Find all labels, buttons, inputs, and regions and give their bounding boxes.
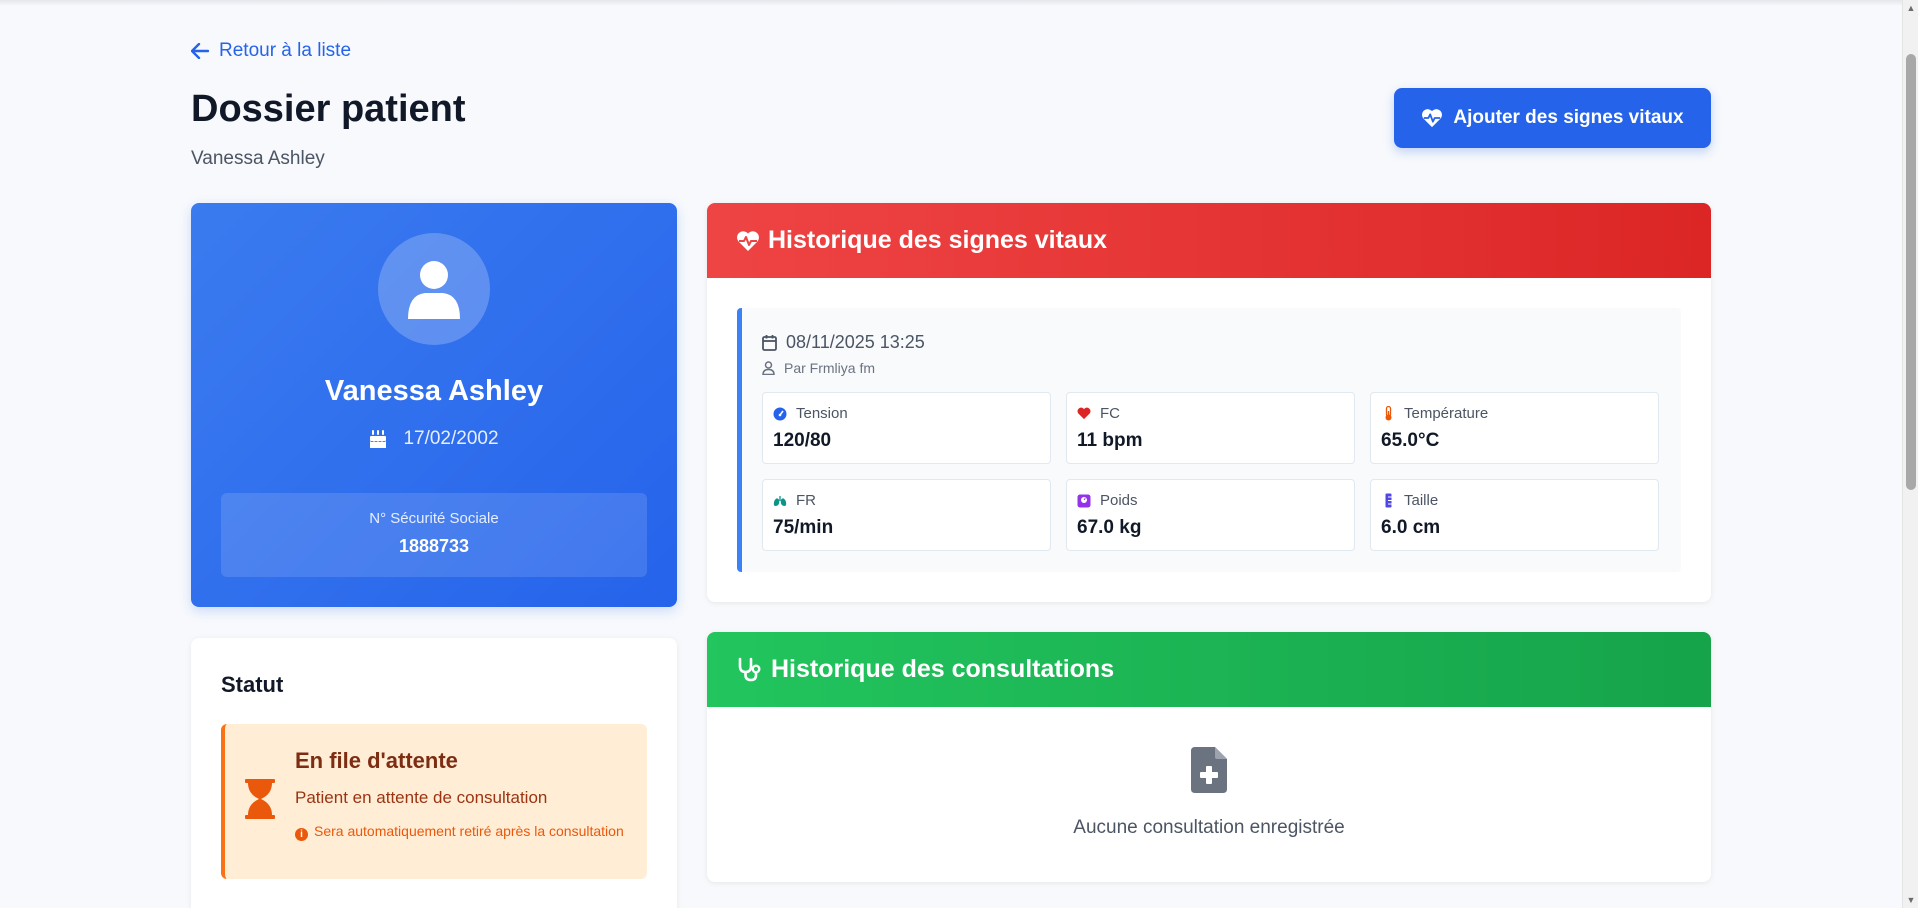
scrollbar-thumb[interactable] <box>1906 54 1916 490</box>
vital-label-tension: Tension <box>796 405 848 422</box>
vital-tile-temperature: Température 65.0°C <box>1370 392 1659 464</box>
ssn-value: 1888733 <box>398 536 470 556</box>
vital-label-fr: FR <box>796 492 816 509</box>
entry-date-value: 08/11/2025 13:25 <box>786 332 925 352</box>
vitals-history-title: Historique des signes vitaux <box>768 226 1107 254</box>
vital-tile-taille: Taille 6.0 cm <box>1370 479 1659 551</box>
add-vitals-button[interactable]: Ajouter des signes vitaux <box>1394 88 1711 148</box>
vital-tile-fc: FC 11 bpm <box>1066 392 1355 464</box>
birthday-cake-icon <box>370 430 387 448</box>
vertical-scrollbar[interactable]: ▲ ▼ <box>1902 0 1918 908</box>
entry-date: 08/11/2025 13:25 <box>762 332 925 353</box>
queue-note-text: Sera automatiquement retiré après la con… <box>314 823 624 839</box>
patient-card: Vanessa Ashley 17/02/2002 N° Sécurité So… <box>191 203 677 607</box>
status-card: Statut En file d'attente Patient en atte… <box>191 638 677 908</box>
vitals-history-header: Historique des signes vitaux <box>707 203 1711 278</box>
queue-title: En file d'attente <box>295 748 458 773</box>
vital-tile-poids: Poids 67.0 kg <box>1066 479 1355 551</box>
thermometer-icon <box>1381 406 1395 421</box>
patient-dob: 17/02/2002 <box>191 428 677 450</box>
calendar-icon <box>762 335 777 351</box>
avatar <box>378 233 490 345</box>
scroll-up-arrow-icon[interactable]: ▲ <box>1903 0 1918 16</box>
back-to-list-link[interactable]: Retour à la liste <box>191 40 351 62</box>
queue-status-box: En file d'attente Patient en attente de … <box>221 724 647 879</box>
vital-label-poids: Poids <box>1100 492 1138 509</box>
vital-label-temperature: Température <box>1404 405 1489 422</box>
heart-pulse-icon <box>1422 109 1443 128</box>
vital-value-fr: 75/min <box>773 517 834 538</box>
back-link-label: Retour à la liste <box>219 40 352 61</box>
empty-consultations-text: Aucune consultation enregistrée <box>1073 817 1345 838</box>
ssn-box: N° Sécurité Sociale 1888733 <box>221 493 647 577</box>
consultations-history-title: Historique des consultations <box>771 655 1115 683</box>
patient-name: Vanessa Ashley <box>324 375 544 407</box>
queue-description: Patient en attente de consultation <box>295 788 548 807</box>
add-vitals-label: Ajouter des signes vitaux <box>1453 107 1684 128</box>
vital-value-poids: 67.0 kg <box>1077 517 1142 538</box>
queue-note: i Sera automatiquement retiré après la co… <box>295 821 635 841</box>
lungs-icon <box>773 494 787 508</box>
vital-value-taille: 6.0 cm <box>1381 517 1441 538</box>
status-title: Statut <box>221 672 284 697</box>
vital-label-taille: Taille <box>1404 492 1439 509</box>
ruler-icon <box>1381 493 1395 508</box>
consultations-history-header: Historique des consultations <box>707 632 1711 707</box>
vital-tile-fr: FR 75/min <box>762 479 1051 551</box>
vital-value-fc: 11 bpm <box>1077 430 1143 451</box>
file-medical-icon <box>1191 747 1227 793</box>
page-subtitle: Vanessa Ashley <box>191 148 325 169</box>
consultations-history-card: Historique des consultations Aucune cons… <box>707 632 1711 882</box>
vitals-history-card: Historique des signes vitaux 08/11/2025 … <box>707 203 1711 602</box>
heart-pulse-icon <box>737 230 759 251</box>
vital-value-temperature: 65.0°C <box>1381 430 1440 451</box>
top-bar-shadow <box>0 0 1902 6</box>
entry-author: Par Frmliya fm <box>762 360 875 376</box>
hourglass-icon <box>245 779 275 819</box>
stethoscope-icon <box>738 657 761 681</box>
vital-label-fc: FC <box>1100 405 1120 422</box>
entry-author-value: Par Frmliya fm <box>784 360 875 376</box>
arrow-left-icon <box>191 43 209 59</box>
vital-entry: 08/11/2025 13:25 Par Frmliya fm Tension <box>737 308 1681 572</box>
weight-icon <box>1077 494 1091 508</box>
info-icon: i <box>295 828 308 841</box>
vital-tile-tension: Tension 120/80 <box>762 392 1051 464</box>
scroll-down-arrow-icon[interactable]: ▼ <box>1903 892 1918 908</box>
user-icon <box>408 261 460 319</box>
heart-icon <box>1077 407 1091 421</box>
vital-value-tension: 120/80 <box>773 430 832 451</box>
gauge-icon <box>773 407 787 421</box>
vital-grid: Tension 120/80 FC 11 bpm Température 65.… <box>762 392 1664 551</box>
user-doctor-icon <box>762 361 775 375</box>
ssn-label: N° Sécurité Sociale <box>369 510 499 527</box>
patient-dob-value: 17/02/2002 <box>403 428 499 449</box>
page-title: Dossier patient <box>191 88 466 130</box>
